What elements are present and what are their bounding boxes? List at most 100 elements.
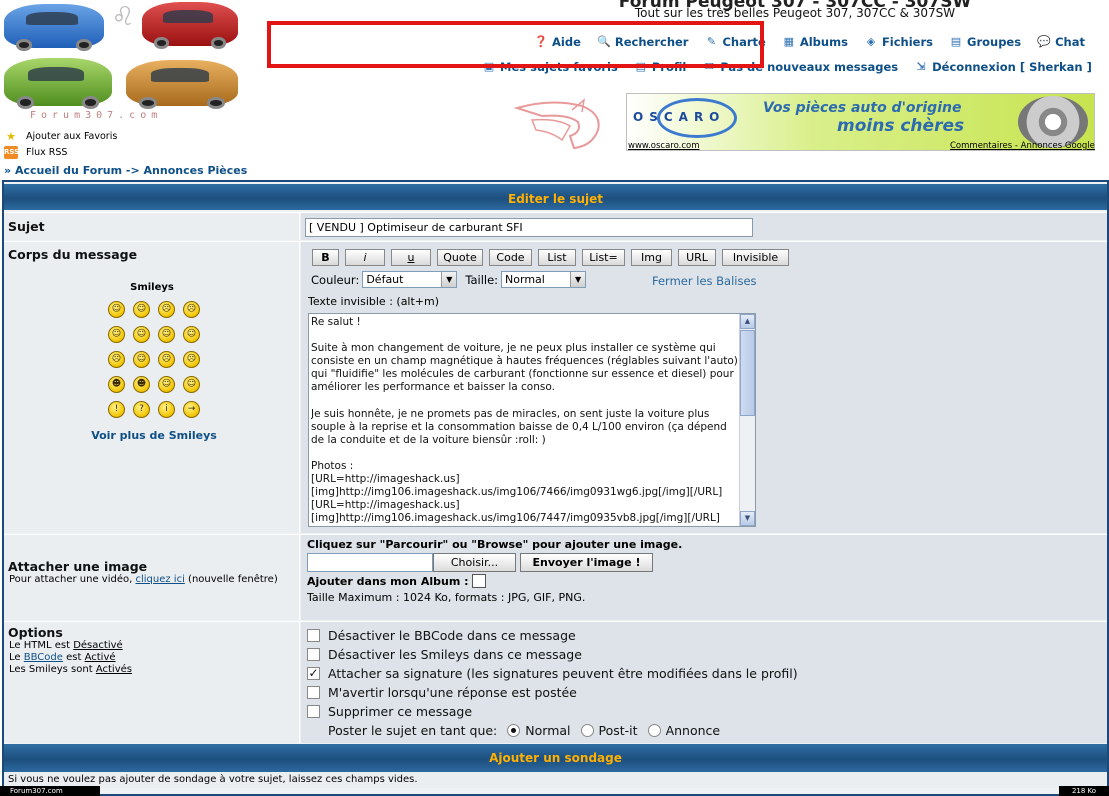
post-sticky-radio[interactable] (580, 724, 594, 737)
smiley-icon[interactable]: ☺ (108, 326, 125, 343)
smiley-icon[interactable]: ☹ (183, 301, 200, 318)
nav-search[interactable]: 🔍 Rechercher (597, 35, 689, 49)
disable-smileys-checkbox[interactable] (307, 648, 320, 661)
option-label: M'avertir lorsqu'une réponse est postée (328, 685, 577, 700)
chevron-down-icon: ▼ (441, 272, 457, 287)
exclamation-icon[interactable]: ! (108, 401, 125, 418)
body-value-cell: B i u Quote Code List List= Img URL Invi… (301, 242, 1107, 533)
smiley-icon[interactable]: ☻ (133, 376, 150, 393)
breadcrumb-home[interactable]: Accueil du Forum (15, 164, 122, 177)
car-photo-red (142, 2, 238, 49)
rss-feed-link[interactable]: RSS Flux RSS (4, 144, 117, 160)
bbcode-help-link[interactable]: BBCode (24, 652, 63, 663)
html-state-value: Désactivé (73, 640, 123, 651)
message-scrollbar[interactable]: ▲ ▼ (739, 314, 755, 526)
idea-icon[interactable]: i (158, 401, 175, 418)
nav-files[interactable]: ◈ Fichiers (864, 35, 933, 49)
body-label: Corps du message (8, 247, 138, 262)
arrow-icon[interactable]: → (183, 401, 200, 418)
nav-charter[interactable]: ✎ Charte (704, 35, 766, 49)
post-announce-radio[interactable] (647, 724, 661, 737)
banner-tagline-2: moins chères (837, 116, 965, 136)
car-photo-orange (126, 60, 238, 109)
smiley-icon[interactable]: ☻ (108, 376, 125, 393)
ordered-list-button[interactable]: List= (582, 249, 625, 266)
album-checkbox[interactable] (471, 574, 486, 588)
image-button[interactable]: Img (631, 249, 672, 266)
smiley-icon[interactable]: ☹ (108, 351, 125, 368)
italic-button[interactable]: i (345, 249, 385, 266)
nav-groups-label: Groupes (967, 35, 1022, 49)
color-select[interactable]: Défaut ▼ (362, 271, 458, 288)
banner-url-link[interactable]: www.oscaro.com (628, 141, 700, 151)
nav-search-label: Rechercher (614, 35, 689, 49)
message-textarea[interactable]: Re salut ! Suite à mon changement de voi… (308, 313, 756, 527)
smiley-icon[interactable]: ☺ (183, 326, 200, 343)
message-text[interactable]: Re salut ! Suite à mon changement de voi… (311, 316, 739, 524)
attach-video-link[interactable]: cliquez ici (135, 574, 184, 585)
peugeot-lion-logo-icon (513, 98, 600, 150)
quote-button[interactable]: Quote (437, 249, 483, 266)
nav-chat-label: Chat (1055, 35, 1085, 49)
option-disable-smileys[interactable]: Désactiver les Smileys dans ce message (307, 647, 582, 662)
option-label: Attacher sa signature (les signatures pe… (328, 666, 798, 681)
scrollbar-thumb[interactable] (740, 330, 755, 416)
attach-signature-checkbox[interactable]: ✓ (307, 667, 320, 680)
nav-files-label: Fichiers (881, 35, 933, 49)
code-button[interactable]: Code (489, 249, 532, 266)
smiley-icon[interactable]: ☺ (133, 301, 150, 318)
smiley-icon[interactable]: ☺ (158, 326, 175, 343)
smiley-icon[interactable]: ☺ (183, 376, 200, 393)
smiley-icon[interactable]: ☺ (158, 376, 175, 393)
bold-button[interactable]: B (312, 249, 339, 266)
nav-groups[interactable]: ▤ Groupes (949, 35, 1021, 49)
option-notify-reply[interactable]: M'avertir lorsqu'une réponse est postée (307, 685, 577, 700)
nav-help[interactable]: ❓ Aide (534, 35, 581, 49)
attach-label: Attacher une image (8, 559, 148, 574)
choose-file-button[interactable]: Choisir... (433, 553, 516, 572)
smiley-icon[interactable]: ☹ (183, 351, 200, 368)
smiley-icon[interactable]: ☹ (158, 301, 175, 318)
nav-albums[interactable]: ▦ Albums (782, 35, 848, 49)
nav-chat[interactable]: 💬 Chat (1037, 35, 1085, 49)
nav-messages[interactable]: ✉ Pas de nouveaux messages (702, 60, 898, 74)
subject-input[interactable] (305, 218, 753, 237)
nav-logout[interactable]: ⇲ Déconnexion [ Sherkan ] (914, 60, 1092, 74)
option-delete-message[interactable]: Supprimer ce message (307, 704, 472, 719)
add-favorites-link[interactable]: ★ Ajouter aux Favoris (4, 128, 117, 144)
scroll-up-icon[interactable]: ▲ (740, 314, 755, 329)
disable-bbcode-checkbox[interactable] (307, 629, 320, 642)
url-button[interactable]: URL (678, 249, 716, 266)
smileys-state-value: Activés (95, 664, 132, 675)
scroll-down-icon[interactable]: ▼ (740, 511, 755, 526)
size-label: Taille: (465, 272, 499, 287)
nav-favorite-topics[interactable]: ▣ Mes sujets favoris (482, 60, 618, 74)
google-ads-link[interactable]: Commentaires - Annonces Google (950, 141, 1095, 151)
smileys-state-text: Les Smileys sont (9, 664, 93, 675)
close-tags-link[interactable]: Fermer les Balises (652, 274, 757, 288)
more-smileys-link[interactable]: Voir plus de Smileys (79, 429, 229, 442)
delete-message-checkbox[interactable] (307, 705, 320, 718)
post-normal-radio[interactable] (507, 724, 521, 737)
option-disable-bbcode[interactable]: Désactiver le BBCode dans ce message (307, 628, 576, 643)
invisible-button[interactable]: Invisible (722, 249, 789, 266)
rss-feed-label: Flux RSS (26, 146, 68, 158)
star-icon: ★ (6, 129, 16, 143)
list-button[interactable]: List (538, 249, 576, 266)
options-value-cell: Désactiver le BBCode dans ce message Dés… (301, 622, 1107, 743)
smiley-icon[interactable]: ☺ (133, 351, 150, 368)
send-image-button[interactable]: Envoyer l'image ! (520, 553, 653, 572)
file-path-input[interactable] (307, 553, 433, 572)
smiley-icon[interactable]: ☺ (108, 301, 125, 318)
question-icon[interactable]: ? (133, 401, 150, 418)
size-select[interactable]: Normal ▼ (501, 271, 587, 288)
underline-button[interactable]: u (391, 249, 431, 266)
nav-profile[interactable]: ▤ Profil (634, 60, 687, 74)
breadcrumb-prefix: » (4, 164, 12, 177)
breadcrumb-section[interactable]: Annonces Pièces (144, 164, 248, 177)
notify-reply-checkbox[interactable] (307, 686, 320, 699)
smiley-icon[interactable]: ☹ (158, 351, 175, 368)
message-body-row: Corps du message Smileys ☺ ☺ ☹ ☹ ☺ ☺ ☺ ☺… (4, 241, 1107, 533)
smiley-icon[interactable]: ☺ (133, 326, 150, 343)
option-attach-signature[interactable]: ✓ Attacher sa signature (les signatures … (307, 666, 798, 681)
